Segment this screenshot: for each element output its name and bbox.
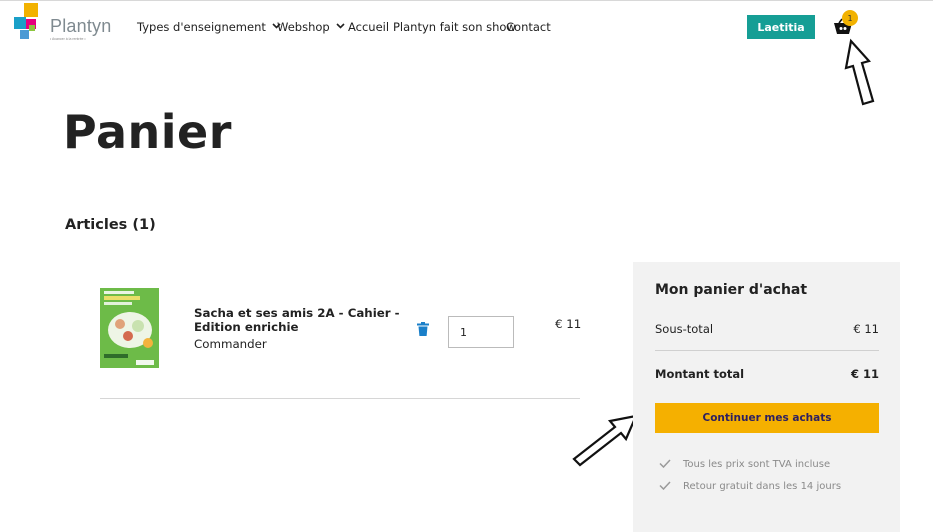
info-line-return: Retour gratuit dans les 14 jours [659,480,842,492]
info-line-vat: Tous les prix sont TVA incluse [659,458,831,470]
quantity-input[interactable] [448,316,514,348]
product-name[interactable]: Sacha et ses amis 2A - Cahier - Edition … [194,306,414,334]
cart-summary-panel: Mon panier d'achat Sous-total € 11 Monta… [633,262,900,532]
summary-title: Mon panier d'achat [655,282,808,298]
divider [655,350,879,351]
nav-webshop[interactable]: Webshop [277,20,345,34]
subtotal-row: Sous-total € 11 [655,322,879,336]
top-border [0,0,933,1]
total-label: Montant total [655,367,745,381]
annotation-arrow-up [844,38,875,106]
logo-text: Plantyn [50,16,112,36]
product-price: € 11 [555,317,582,331]
check-icon [659,480,671,490]
nav-accueil[interactable]: Accueil [348,20,389,34]
nav-label: Accueil [348,20,390,34]
page-title: Panier [63,105,232,159]
nav-label: Plantyn fait son show [393,20,516,34]
annotation-arrow-diagonal [572,414,638,467]
articles-count-heading: Articles (1) [65,217,156,233]
product-order-link[interactable]: Commander [194,337,267,351]
divider [100,398,580,399]
continue-shopping-button[interactable]: Continuer mes achats [655,403,879,433]
plantyn-logo[interactable]: Plantyn • Avancer à la rentrée • [12,3,111,45]
product-thumbnail[interactable] [100,288,159,368]
total-value: € 11 [850,367,879,381]
logo-subtitle: • Avancer à la rentrée • [50,37,86,41]
cart-count-badge: 1 [842,10,858,26]
user-account-button[interactable]: Laetitia [747,15,815,39]
nav-label: Contact [506,20,551,34]
nav-types-enseignement[interactable]: Types d'enseignement [137,20,281,34]
subtotal-value: € 11 [853,322,879,336]
nav-contact[interactable]: Contact [506,20,551,34]
total-row: Montant total € 11 [655,367,879,381]
subtotal-label: Sous-total [655,322,714,336]
info-text: Retour gratuit dans les 14 jours [683,481,842,492]
nav-plantyn-show[interactable]: Plantyn fait son show [393,20,516,34]
nav-label: Types d'enseignement [137,20,266,34]
trash-icon[interactable] [417,322,429,336]
check-icon [659,458,671,468]
chevron-down-icon [336,23,345,29]
nav-label: Webshop [277,20,330,34]
info-text: Tous les prix sont TVA incluse [683,459,831,470]
book-cover-image [100,288,159,368]
